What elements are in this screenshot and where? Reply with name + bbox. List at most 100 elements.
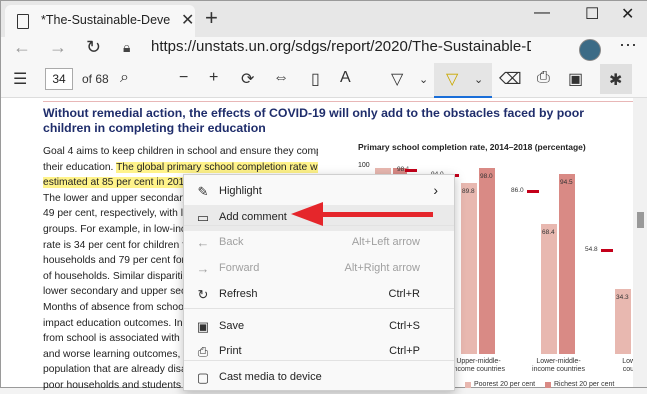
back-icon[interactable]: ←: [13, 37, 31, 58]
refresh-icon[interactable]: ↻: [86, 37, 101, 58]
menu-item-refresh[interactable]: ↻ Refresh Ctrl+R: [184, 282, 454, 308]
table-of-contents-icon[interactable]: ☰: [13, 69, 27, 89]
menu-item-shortcut: Ctrl+R: [388, 288, 420, 300]
address-bar[interactable]: 🔒︎ https://unstats.un.org/sdgs/report/20…: [116, 38, 566, 60]
page-view-icon[interactable]: ▯: [311, 69, 320, 89]
legend-label: Poorest 20 per cent: [474, 381, 536, 388]
print-icon: ⎙: [197, 344, 209, 359]
highlighter-icon: ▽: [446, 71, 459, 88]
more-options-icon[interactable]: ⋯: [619, 35, 637, 56]
category-label-line: income countries: [532, 366, 585, 373]
highlight-tool-button[interactable]: ▽ ⌄: [434, 63, 492, 98]
legend-label: Richest 20 per cent: [554, 381, 615, 388]
highlighter-icon: ✎: [197, 184, 209, 199]
chart-marker: [527, 189, 539, 193]
marker: [405, 168, 417, 172]
menu-item-label: Highlight: [219, 185, 262, 197]
menu-item-label: Forward: [219, 262, 260, 274]
text-run: households and 79 per cent for ch: [43, 255, 199, 267]
legend-swatch: [465, 382, 471, 388]
section-heading: Without remedial action, the effects of …: [43, 106, 585, 135]
page-count: of 68: [82, 72, 109, 86]
data-label: 98.0: [480, 172, 493, 180]
text-run: their education.: [43, 161, 117, 173]
menu-item-label: Back: [219, 236, 244, 248]
zoom-in-icon[interactable]: +: [209, 69, 218, 87]
menu-item-label: Refresh: [219, 288, 258, 300]
menu-item-cast-media-to-device[interactable]: ▢ Cast media to device: [184, 365, 454, 391]
category-label: Lower-middle-income countries: [526, 358, 591, 374]
menu-item-shortcut: Ctrl+P: [389, 345, 420, 357]
text-run: The lower and upper secondary s: [43, 192, 196, 204]
data-label: 34.3: [616, 293, 629, 301]
data-label: 68.4: [542, 229, 555, 237]
menu-item-shortcut: Alt+Left arrow: [351, 236, 420, 248]
highlighted-text: estimated at 85 per cent in 2019,: [43, 177, 193, 189]
menu-separator: [184, 360, 454, 361]
text-run: from school is associated with low: [43, 333, 199, 345]
print-icon[interactable]: ⎙: [537, 69, 550, 87]
draw-dropdown-icon[interactable]: ⌄: [419, 73, 428, 86]
rotate-icon[interactable]: ⟳: [241, 69, 254, 89]
eraser-icon[interactable]: ⌫: [499, 69, 522, 89]
category-label-line: Upper-middle-: [456, 358, 501, 365]
menu-item-shortcut: Ctrl+S: [389, 320, 420, 332]
menu-item-label: Print: [219, 345, 242, 357]
menu-item-save[interactable]: ▣ Save Ctrl+S: [184, 314, 454, 340]
page-number-input[interactable]: 34: [45, 68, 73, 90]
axis-tick-label: 100: [358, 162, 370, 169]
save-icon: ▣: [196, 319, 210, 334]
close-tab-icon[interactable]: ✕: [181, 10, 194, 30]
menu-item-back[interactable]: ← Back Alt+Left arrow: [184, 230, 454, 256]
read-aloud-icon[interactable]: A: [340, 69, 351, 87]
submenu-chevron-icon: ›: [433, 182, 438, 198]
search-icon[interactable]: ⌕: [120, 69, 129, 87]
menu-item-label: Cast media to device: [219, 371, 322, 383]
close-window-button[interactable]: ✕: [621, 4, 634, 24]
annotation-arrow: [319, 212, 433, 217]
url-text[interactable]: https://unstats.un.org/sdgs/report/2020/…: [151, 38, 531, 55]
text-line: their education. The global primary scho…: [43, 160, 318, 176]
text-run: poor households and students wi: [43, 379, 194, 391]
legend-swatch: [545, 382, 551, 388]
text-run: Goal 4 aims to keep children in school a…: [43, 146, 318, 157]
highlight-dropdown-icon[interactable]: ⌄: [474, 73, 483, 86]
profile-avatar[interactable]: [579, 39, 601, 61]
tab-bar: *The-Sustainable-Development- ✕ + — ☐ ✕: [1, 1, 647, 37]
forward-arrow-icon: →: [196, 261, 210, 276]
new-tab-button[interactable]: +: [205, 5, 218, 31]
minimize-button[interactable]: —: [534, 4, 550, 22]
menu-item-forward[interactable]: → Forward Alt+Right arrow: [184, 256, 454, 282]
back-arrow-icon: ←: [196, 235, 210, 250]
data-label: 54.8: [585, 245, 598, 253]
category-label: Upper-middle-income countries: [446, 358, 511, 374]
text-run: Months of absence from school o: [43, 301, 195, 313]
data-label: 86.0: [511, 186, 524, 194]
text-run: impact education outcomes. In th: [43, 317, 195, 329]
scrollbar-thumb[interactable]: [637, 212, 644, 228]
tab-title: *The-Sustainable-Development-: [41, 13, 171, 27]
data-label: 89.8: [462, 188, 475, 196]
fit-to-page-icon[interactable]: ⇔: [273, 69, 289, 87]
browser-tab[interactable]: *The-Sustainable-Development- ✕: [5, 5, 195, 37]
pin-icon: ✱: [609, 72, 623, 89]
menu-item-shortcut: Alt+Right arrow: [344, 262, 420, 274]
lock-icon[interactable]: 🔒︎: [123, 39, 130, 56]
text-line: Goal 4 aims to keep children in school a…: [43, 144, 318, 160]
navigation-bar: ← → ↻ 🔒︎ https://unstats.un.org/sdgs/rep…: [1, 37, 647, 63]
divider: [43, 101, 633, 102]
menu-item-print[interactable]: ⎙ Print Ctrl+P: [184, 339, 454, 365]
forward-icon[interactable]: →: [49, 37, 67, 58]
chart-title: Primary school completion rate, 2014–201…: [358, 142, 586, 152]
document-icon: [17, 14, 29, 29]
vertical-scrollbar[interactable]: [633, 98, 647, 387]
draw-icon[interactable]: ▽: [391, 69, 403, 89]
maximize-button[interactable]: ☐: [585, 4, 599, 24]
zoom-out-icon[interactable]: −: [179, 69, 188, 87]
save-icon[interactable]: ▣: [568, 69, 583, 89]
browser-window: *The-Sustainable-Development- ✕ + — ☐ ✕ …: [0, 0, 647, 391]
text-run: rate is 34 per cent for children fro: [43, 239, 195, 251]
comment-icon: ▭: [196, 210, 210, 225]
category-label-line: income countries: [452, 366, 505, 373]
pin-toolbar-button[interactable]: ✱: [600, 64, 632, 94]
